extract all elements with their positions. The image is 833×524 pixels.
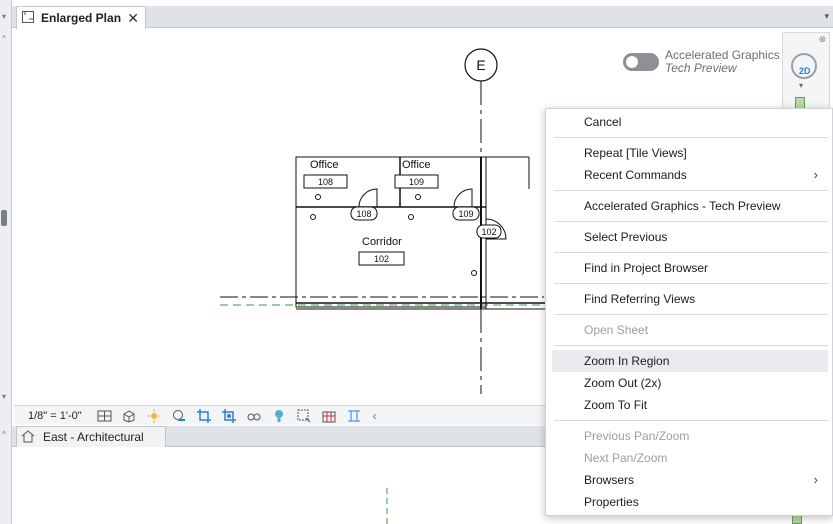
menu-separator bbox=[554, 420, 828, 421]
menu-item-find-in-project-browser[interactable]: Find in Project Browser bbox=[546, 257, 830, 279]
menu-separator bbox=[554, 345, 828, 346]
navigation-bar: ⊗ 2D ▾ bbox=[782, 32, 830, 117]
accelerated-graphics-label: Accelerated Graphics Tech Preview bbox=[665, 49, 780, 75]
menu-separator bbox=[554, 190, 828, 191]
tab-enlarged-plan[interactable]: Enlarged Plan ✕ bbox=[16, 6, 146, 29]
bottom-view-tab-bar: East - Architectural bbox=[12, 426, 546, 447]
menu-separator bbox=[554, 252, 828, 253]
bottom-drawing-canvas[interactable] bbox=[14, 448, 546, 524]
reveal-constraints-icon[interactable] bbox=[347, 409, 362, 423]
tab-label: East - Architectural bbox=[43, 430, 144, 444]
room-number-tag[interactable]: 109 bbox=[409, 177, 424, 187]
menu-item-zoom-out[interactable]: Zoom Out (2x) bbox=[546, 372, 830, 394]
door-tag[interactable]: 102 bbox=[481, 227, 496, 237]
menu-item-zoom-to-fit[interactable]: Zoom To Fit bbox=[546, 394, 830, 416]
grid-label[interactable]: E bbox=[476, 57, 485, 73]
visual-style-icon[interactable] bbox=[122, 409, 137, 423]
scroll-left-icon[interactable]: ‹ bbox=[373, 409, 377, 423]
shadows-icon[interactable] bbox=[172, 409, 187, 423]
menu-item-recent-commands[interactable]: Recent Commands › bbox=[546, 164, 830, 186]
top-view-tab-bar: Enlarged Plan ✕ ▾ bbox=[12, 6, 833, 29]
sun-path-icon[interactable] bbox=[147, 408, 162, 423]
room-name-tag[interactable]: Office bbox=[310, 159, 339, 171]
accelerated-graphics-subtitle: Tech Preview bbox=[665, 61, 737, 75]
elevation-drawing bbox=[386, 488, 388, 524]
close-icon[interactable]: ⊗ bbox=[818, 34, 826, 45]
menu-item-find-referring-views[interactable]: Find Referring Views bbox=[546, 288, 830, 310]
chevron-down-icon[interactable]: ▾ bbox=[2, 392, 6, 401]
view-control-bar: 1/8" = 1'-0" ‹ bbox=[14, 405, 546, 425]
menu-item-properties[interactable]: Properties bbox=[546, 491, 830, 513]
accelerated-graphics-toggle-group: Accelerated Graphics Tech Preview bbox=[623, 49, 780, 75]
menu-item-open-sheet: Open Sheet bbox=[584, 323, 649, 337]
door-tag[interactable]: 109 bbox=[458, 209, 473, 219]
detail-level-icon[interactable] bbox=[97, 409, 112, 423]
room-number-tag[interactable]: 108 bbox=[318, 177, 333, 187]
analytical-model-icon[interactable] bbox=[297, 409, 312, 423]
menu-item-previous-pan-zoom: Previous Pan/Zoom bbox=[584, 429, 690, 443]
menu-item-repeat[interactable]: Repeat [Tile Views] bbox=[546, 142, 830, 164]
panel-resize-handle[interactable] bbox=[1, 210, 7, 226]
wheel-mode-label: 2D bbox=[799, 66, 811, 76]
menu-separator bbox=[554, 221, 828, 222]
left-panel-edge: ▾ ^ ▾ ^ bbox=[0, 0, 12, 524]
tab-label: Enlarged Plan bbox=[41, 11, 122, 25]
floor-plan-icon bbox=[21, 10, 35, 27]
elevation-view-icon bbox=[21, 429, 35, 446]
menu-item-select-previous[interactable]: Select Previous bbox=[546, 226, 830, 248]
menu-item-cancel[interactable]: Cancel bbox=[546, 111, 830, 133]
crop-view-icon[interactable] bbox=[197, 408, 212, 423]
tab-east-architectural[interactable]: East - Architectural bbox=[16, 426, 166, 447]
chevron-up-icon[interactable]: ^ bbox=[2, 430, 6, 439]
chevron-up-icon[interactable]: ^ bbox=[2, 34, 6, 43]
menu-separator bbox=[554, 283, 828, 284]
door-tag[interactable]: 108 bbox=[356, 209, 371, 219]
room-number-tag[interactable]: 102 bbox=[374, 254, 389, 264]
menu-separator bbox=[554, 314, 828, 315]
room-name-tag[interactable]: Corridor bbox=[362, 236, 402, 248]
menu-item-zoom-in-region[interactable]: Zoom In Region bbox=[552, 350, 828, 372]
chevron-down-icon[interactable]: ▾ bbox=[2, 12, 6, 21]
show-crop-region-icon[interactable] bbox=[222, 408, 237, 423]
context-menu: Cancel Repeat [Tile Views] Recent Comman… bbox=[545, 108, 833, 516]
close-icon[interactable]: ✕ bbox=[127, 11, 139, 25]
menu-item-label: Browsers bbox=[584, 473, 635, 487]
menu-item-next-pan-zoom: Next Pan/Zoom bbox=[584, 451, 668, 465]
chevron-down-icon[interactable]: ▾ bbox=[799, 81, 803, 90]
menu-separator bbox=[554, 137, 828, 138]
menu-item-label: Recent Commands bbox=[584, 168, 687, 182]
view-scale-button[interactable]: 1/8" = 1'-0" bbox=[14, 410, 92, 422]
menu-item-browsers[interactable]: Browsers › bbox=[546, 469, 830, 491]
accelerated-graphics-toggle[interactable] bbox=[623, 53, 659, 71]
highlight-displacement-icon[interactable] bbox=[322, 409, 337, 423]
submenu-arrow-icon: › bbox=[813, 472, 818, 487]
temporary-hide-icon[interactable] bbox=[247, 409, 262, 423]
room-name-tag[interactable]: Office bbox=[402, 159, 431, 171]
tab-list-dropdown-icon[interactable]: ▾ bbox=[824, 11, 829, 22]
reveal-hidden-icon[interactable] bbox=[272, 409, 287, 423]
menu-item-accelerated-graphics[interactable]: Accelerated Graphics - Tech Preview bbox=[546, 195, 830, 217]
submenu-arrow-icon: › bbox=[813, 167, 818, 182]
